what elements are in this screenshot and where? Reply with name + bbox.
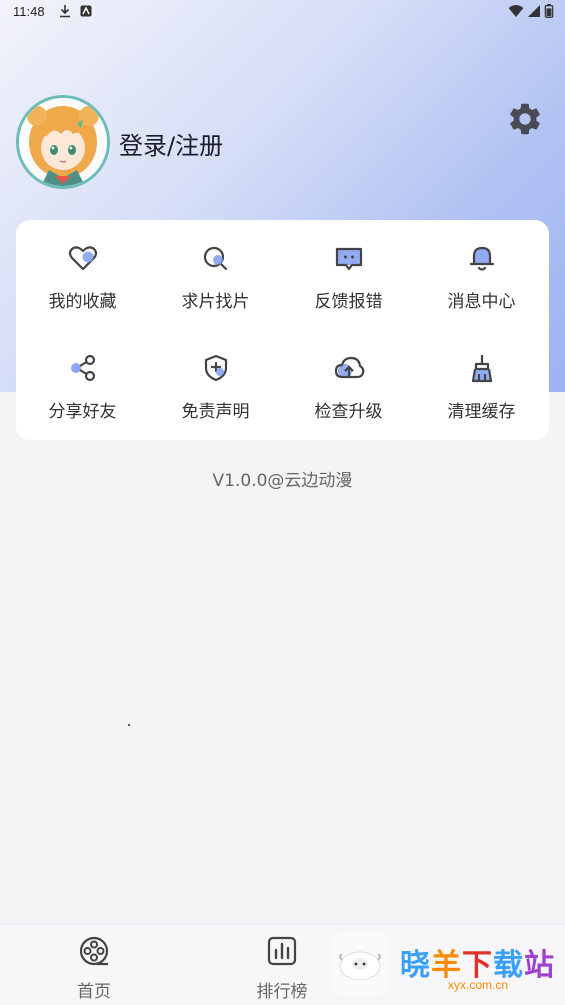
menu-card: 我的收藏 求片找片 反馈报错 消息中心 分享好友 免责声明 检查升级 清理缓存 [16,220,549,440]
search-icon [203,246,227,271]
menu-item-feedback[interactable]: 反馈报错 [282,220,415,330]
stray-dot [128,724,130,726]
watermark-subtext: xyx.com.cn [448,978,509,992]
wifi-icon [508,5,524,17]
sheep-logo-icon [332,934,388,994]
menu-item-label: 免责声明 [181,402,250,422]
menu-item-messages[interactable]: 消息中心 [415,220,548,330]
bell-icon [469,246,494,271]
gear-icon[interactable] [506,100,544,138]
menu-item-disclaimer[interactable]: 免责声明 [149,330,282,440]
notification-app-icon [80,5,92,17]
login-register-link[interactable]: 登录/注册 [119,126,223,161]
menu-item-label: 消息中心 [447,292,516,312]
broom-icon [471,355,492,383]
download-icon [60,5,70,18]
battery-icon [544,4,554,18]
signal-icon [528,5,540,17]
menu-item-share[interactable]: 分享好友 [16,330,149,440]
avatar[interactable] [16,95,110,189]
heart-icon [68,246,97,271]
version-text: V1.0.0@云边动漫 [212,471,353,491]
film-reel-icon [79,936,109,966]
nav-item-label: 排行榜 [256,982,308,1002]
menu-item-check-update[interactable]: 检查升级 [282,330,415,440]
shield-icon [204,354,227,382]
menu-item-favorites[interactable]: 我的收藏 [16,220,149,330]
menu-item-label: 求片找片 [181,292,250,312]
nav-item-label: 首页 [77,982,111,1002]
anime-girl-avatar-image [19,98,107,186]
menu-item-label: 检查升级 [314,402,383,422]
nav-item-home[interactable]: 首页 [34,925,154,1005]
menu-item-label: 反馈报错 [314,292,383,312]
menu-item-clear-cache[interactable]: 清理缓存 [415,330,548,440]
chat-feedback-icon [335,247,362,271]
status-bar: 11:48 [0,0,565,24]
watermark-logo: 晓羊下载站 xyx.com.cn [328,932,565,1004]
share-icon [70,354,95,382]
nav-item-ranking[interactable]: 排行榜 [222,925,342,1005]
menu-item-label: 清理缓存 [447,402,516,422]
cloud-upload-icon [334,356,364,379]
bar-chart-icon [267,936,297,966]
status-time: 11:48 [13,4,45,19]
menu-item-label: 我的收藏 [48,292,117,312]
menu-item-label: 分享好友 [48,402,117,422]
menu-item-request-video[interactable]: 求片找片 [149,220,282,330]
